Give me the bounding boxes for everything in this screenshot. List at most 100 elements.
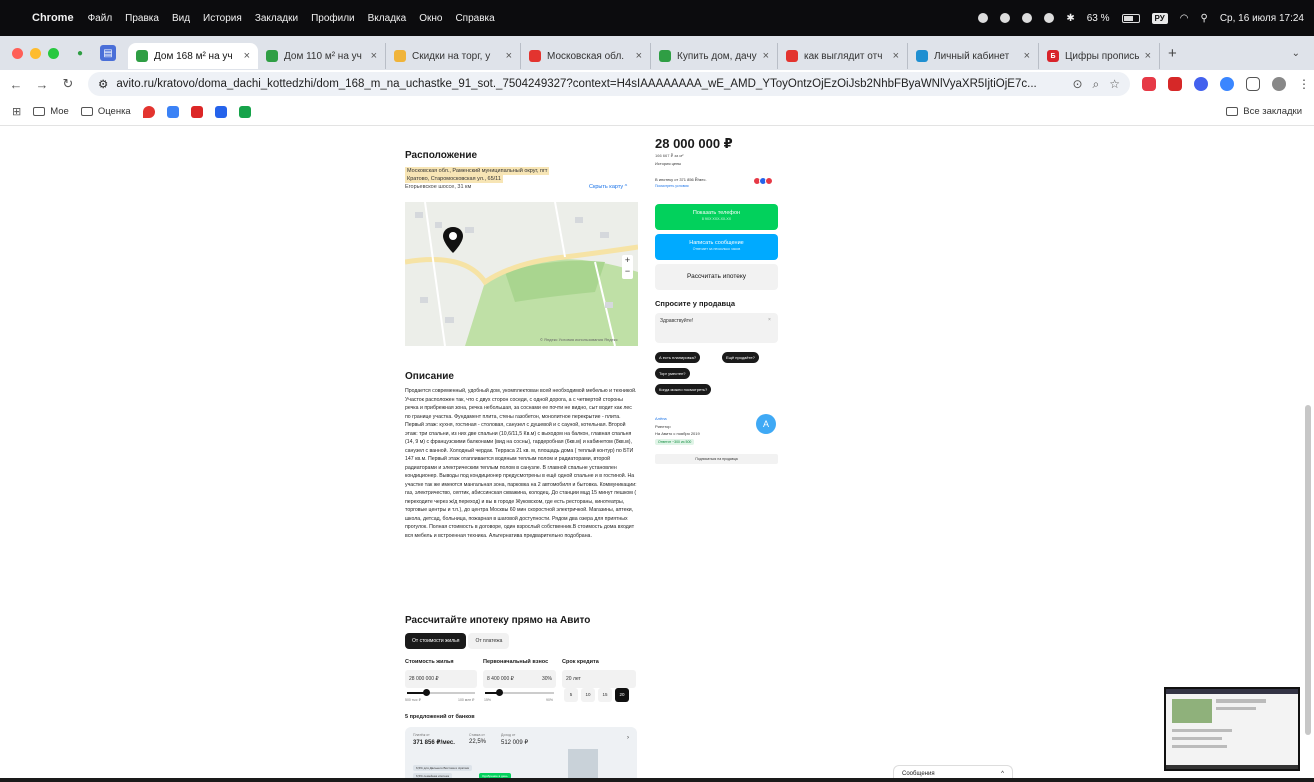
term-option[interactable]: 10 <box>581 688 595 702</box>
map-copyright[interactable]: © Яндекс Условия использования Яндекс <box>540 337 618 342</box>
all-bookmarks[interactable]: Все закладки <box>1226 106 1302 117</box>
bookmark-star-icon[interactable]: ☆ <box>1109 77 1120 91</box>
map-pin-icon[interactable] <box>443 227 463 258</box>
menu-window[interactable]: Окно <box>419 13 442 24</box>
minimize-window-button[interactable] <box>30 47 41 59</box>
url-text[interactable]: avito.ru/kratovo/doma_dachi_kottedzhi/do… <box>116 78 1062 90</box>
control-center-icon[interactable]: ⚲ <box>1201 13 1208 24</box>
calc-mortgage-button[interactable]: Рассчитать ипотеку <box>655 264 778 290</box>
bookmark-icon[interactable] <box>238 105 251 118</box>
chevron-up-icon[interactable]: ^ <box>1001 771 1004 777</box>
term-input[interactable]: 20 лет <box>562 670 636 688</box>
tab-2[interactable]: Дом 110 м² на уч × <box>258 43 386 69</box>
write-message-button[interactable]: Написать сообщение Отвечает за несколько… <box>655 234 778 260</box>
bookmark-icon[interactable] <box>214 105 227 118</box>
quick-question-chip[interactable]: Когда можно посмотреть? <box>655 384 712 395</box>
close-tab-icon[interactable]: × <box>636 50 642 62</box>
menu-view[interactable]: Вид <box>172 13 190 24</box>
tab-3[interactable]: Скидки на торг, у × <box>386 43 521 69</box>
location-map[interactable] <box>405 202 638 346</box>
mortgage-conditions-link[interactable]: Посмотреть условия <box>655 184 688 188</box>
close-tab-icon[interactable]: × <box>244 50 250 62</box>
term-option-selected[interactable]: 20 <box>615 688 629 702</box>
down-payment-input[interactable]: 8 400 000 ₽ 30% <box>483 670 556 688</box>
apps-grid-icon[interactable]: ⊞ <box>12 105 21 118</box>
tab-list-chevron-icon[interactable]: ⌄ <box>1292 48 1300 59</box>
input-language[interactable]: РУ <box>1151 12 1168 24</box>
new-tab-icon[interactable]: + <box>1168 45 1177 62</box>
show-phone-button[interactable]: Показать телефон 8 9ХХ ХХХ-ХХ-ХХ <box>655 204 778 230</box>
close-window-button[interactable] <box>12 47 23 59</box>
bank-offer-card[interactable]: Платёж от 371 856 ₽/мес. Ставка от 22,5%… <box>405 727 637 782</box>
back-icon[interactable]: ← <box>6 77 26 92</box>
wifi-icon[interactable]: ◠ <box>1180 13 1189 24</box>
map-zoom-control[interactable]: + − <box>622 255 633 279</box>
tab-1[interactable]: Дом 168 м² на уч × <box>128 43 258 69</box>
zoom-in-icon[interactable]: + <box>622 255 633 266</box>
menu-bookmarks[interactable]: Закладки <box>255 13 298 24</box>
price-history-link[interactable]: История цены <box>655 161 681 166</box>
menu-history[interactable]: История <box>203 13 242 24</box>
clear-icon[interactable]: × <box>768 317 771 323</box>
ask-seller-input[interactable]: Здравствуйте! <box>655 313 778 343</box>
bookmark-folder-otsenka[interactable]: Оценка <box>80 106 131 117</box>
chevron-right-icon[interactable]: › <box>627 735 629 741</box>
forward-icon[interactable]: → <box>32 77 52 92</box>
tab-7[interactable]: Личный кабинет × <box>908 43 1039 69</box>
term-option[interactable]: 5 <box>564 688 578 702</box>
down-payment-slider[interactable] <box>485 689 554 696</box>
status-icon[interactable] <box>978 13 989 23</box>
status-icon[interactable] <box>1022 13 1033 23</box>
extension-icon[interactable] <box>1220 77 1234 91</box>
menu-file[interactable]: Файл <box>88 13 113 24</box>
page-scrollbar[interactable] <box>1305 405 1311 735</box>
seller-avatar[interactable]: A <box>756 414 776 434</box>
cost-input[interactable]: 28 000 000 ₽ <box>405 670 477 688</box>
status-icon[interactable] <box>1000 13 1011 23</box>
extensions-puzzle-icon[interactable] <box>1246 77 1260 91</box>
site-info-icon[interactable]: ⚙ <box>98 77 108 91</box>
seller-name[interactable]: Алёна <box>655 416 667 421</box>
extension-icon[interactable] <box>1194 77 1208 91</box>
tab-search-icon[interactable]: ▤ <box>100 45 116 61</box>
close-tab-icon[interactable]: × <box>506 50 512 62</box>
close-tab-icon[interactable]: × <box>893 50 899 62</box>
pip-window[interactable] <box>1164 687 1300 771</box>
quick-question-chip[interactable]: Ещё продаёте? <box>722 352 759 363</box>
extension-icon[interactable] <box>1142 77 1156 91</box>
mode-by-cost[interactable]: От стоимости жилья <box>405 633 467 649</box>
close-tab-icon[interactable]: × <box>1024 50 1030 62</box>
more-menu-icon[interactable]: ⋮ <box>1298 77 1310 91</box>
toggle-map-link[interactable]: Скрыть карту ^ <box>589 184 627 190</box>
address-bar[interactable]: ⚙ avito.ru/kratovo/doma_dachi_kottedzhi/… <box>88 72 1130 96</box>
zoom-icon[interactable]: ⌕ <box>1093 77 1100 92</box>
status-icon[interactable] <box>1044 13 1055 23</box>
tab-5[interactable]: Купить дом, дачу × <box>651 43 778 69</box>
slider-knob[interactable] <box>423 689 431 696</box>
quick-question-chip[interactable]: Торг уместен? <box>655 368 690 379</box>
bookmark-folder-moe[interactable]: Мое <box>33 106 69 117</box>
tab-4[interactable]: Московская обл. × <box>521 43 651 69</box>
maps-pin-bookmark-icon[interactable] <box>142 105 155 118</box>
close-tab-icon[interactable]: × <box>763 50 769 62</box>
menu-edit[interactable]: Правка <box>125 13 159 24</box>
zoom-out-icon[interactable]: − <box>622 266 633 277</box>
tab-8[interactable]: Б Цифры прописью × <box>1039 43 1160 69</box>
close-tab-icon[interactable]: × <box>371 50 377 62</box>
avito-pinned-icon[interactable]: ● <box>72 45 88 61</box>
menu-help[interactable]: Справка <box>455 13 494 24</box>
quick-question-chip[interactable]: А есть планировка? <box>655 352 701 363</box>
close-tab-icon[interactable]: × <box>1145 50 1151 62</box>
menu-app-name[interactable]: Chrome <box>32 12 74 24</box>
datetime[interactable]: Ср, 16 июля 17:24 <box>1220 13 1304 24</box>
tab-6[interactable]: как выглядит отч × <box>778 43 908 69</box>
extension-icon[interactable] <box>1168 77 1182 91</box>
term-option[interactable]: 15 <box>598 688 612 702</box>
zoom-window-button[interactable] <box>48 47 59 59</box>
bookmark-icon[interactable] <box>166 105 179 118</box>
mode-by-payment[interactable]: От платежа <box>468 633 510 649</box>
location-icon[interactable]: ⊙ <box>1072 77 1082 91</box>
slider-knob[interactable] <box>495 689 503 696</box>
youtube-bookmark-icon[interactable] <box>190 105 203 118</box>
profile-avatar-icon[interactable] <box>1272 77 1286 91</box>
